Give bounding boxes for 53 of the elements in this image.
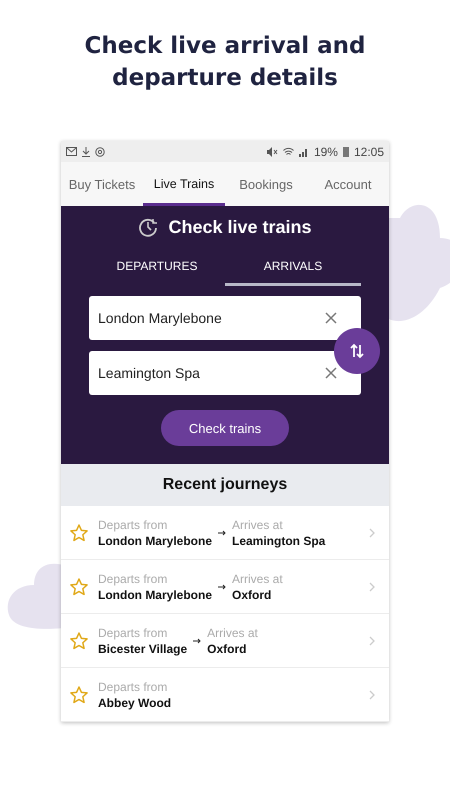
nav-tab[interactable]: Buy Tickets [61,162,143,206]
chevron-icon [369,582,375,592]
swap-icon [350,343,364,359]
journey-row[interactable]: Departs from London Marylebone Arrives at Oxford [61,560,389,614]
star-icon[interactable] [69,684,89,704]
clear-icon[interactable] [325,367,337,379]
download-icon [82,146,90,156]
arrives-label: Arrives at [232,572,283,586]
swap-button[interactable] [334,328,380,374]
journey-row[interactable]: Departs from London Marylebone Arrives at Leamington Spa [61,506,389,560]
arrow-icon [193,638,202,644]
section-header: Recent journeys [61,464,389,506]
nav-tab[interactable]: Bookings [225,162,307,206]
arrival-station: Oxford [207,642,248,656]
star-icon[interactable] [69,630,89,650]
check-trains-button[interactable]: Check trains [161,410,289,446]
arrow-icon [218,530,226,536]
mail-icon [66,147,77,156]
arrives-label: Arrives at [207,626,258,640]
signal-icon [298,146,309,156]
chevron-icon [369,690,375,700]
nav-tab[interactable]: Account [307,162,389,206]
panel-title: Check live trains [168,216,312,238]
mode-tab[interactable]: ARRIVALS [225,248,361,286]
wifi-icon [282,146,294,156]
star-icon[interactable] [69,576,89,596]
journey-row[interactable]: Departs from Bicester Village Arrives at Oxford [61,614,389,668]
departs-label: Departs from [98,572,168,586]
departure-station: Abbey Wood [98,696,172,710]
chevron-icon [369,636,375,646]
clock-time: 12:05 [354,144,384,158]
departure-station: Bicester Village [98,642,188,656]
departs-label: Departs from [98,518,168,532]
journey-row[interactable]: Departs from Abbey Wood [61,668,389,722]
mode-tab[interactable]: DEPARTURES [89,248,225,286]
station-field[interactable]: Leamington Spa [89,351,361,395]
mute-icon [266,146,278,156]
clear-icon[interactable] [325,312,337,324]
arrival-station: Leamington Spa [232,534,326,548]
departure-station: London Marylebone [98,534,212,548]
departs-label: Departs from [98,680,168,694]
battery-percent: 19% [314,144,338,158]
star-icon[interactable] [69,522,89,542]
arrives-label: Arrives at [232,518,284,532]
station-field[interactable]: London Marylebone [89,296,361,340]
clock-icon [138,217,158,237]
departs-label: Departs from [98,626,168,640]
chevron-icon [369,528,375,538]
battery-icon [342,146,349,157]
headline: Check live arrival and departure details [83,32,366,93]
departure-station: London Marylebone [98,588,212,602]
arrival-station: Oxford [232,588,272,602]
arrow-icon [218,584,226,590]
